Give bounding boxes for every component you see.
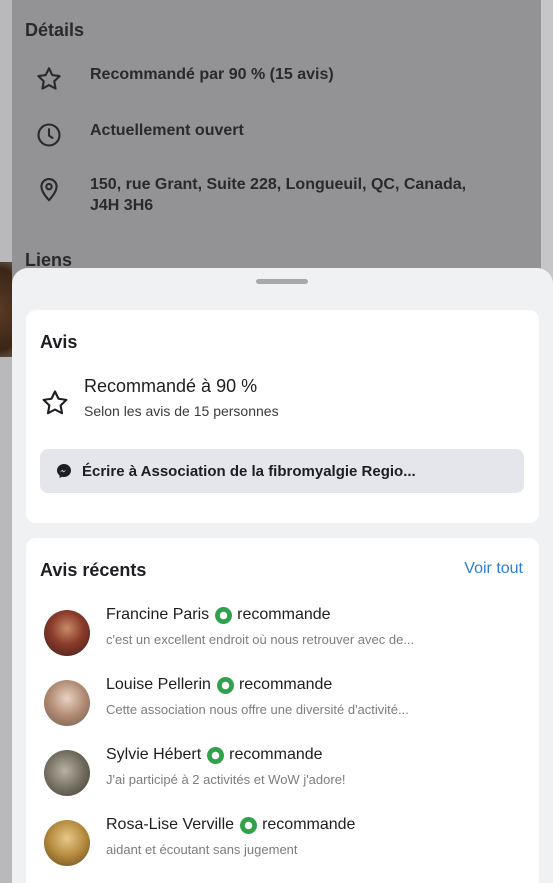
review-header: Francine Paris recommande (106, 606, 331, 624)
details-row-hours: Actuellement ouvert (34, 120, 480, 150)
review-item[interactable]: Louise Pellerin recommande Cette associa… (26, 676, 539, 736)
recommend-label: recommande (237, 606, 331, 623)
details-section-title: Détails (25, 20, 85, 40)
sheet-drag-handle[interactable] (256, 279, 308, 284)
recent-reviews-card: Avis récents Voir tout Francine Paris re… (26, 538, 539, 883)
reviews-card-title: Avis (40, 332, 78, 352)
reviews-bottom-sheet: Avis Recommandé à 90 % Selon les avis de… (12, 268, 553, 883)
reviewer-name[interactable]: Louise Pellerin (106, 676, 211, 694)
background-left-edge (0, 0, 12, 883)
star-outline-icon (40, 388, 70, 418)
star-outline-icon (34, 64, 64, 94)
avatar[interactable] (44, 680, 90, 726)
recommendation-subtitle: Selon les avis de 15 personnes (84, 403, 279, 419)
recommend-check-icon (240, 816, 258, 834)
review-header: Rosa-Lise Verville recommande (106, 816, 355, 834)
details-row-label: Actuellement ouvert (90, 122, 244, 139)
recommend-label: recommande (238, 676, 333, 693)
reviewer-name[interactable]: Sylvie Hébert (106, 746, 201, 764)
reviewer-name[interactable]: Francine Paris (106, 606, 209, 624)
details-row-address: 150, rue Grant, Suite 228, Longueuil, QC… (34, 174, 480, 216)
avatar[interactable] (44, 610, 90, 656)
review-item[interactable]: Francine Paris recommande c'est un excel… (26, 606, 539, 666)
avatar[interactable] (44, 750, 90, 796)
review-header: Sylvie Hébert recommande (106, 746, 323, 764)
recommend-label: recommande (229, 746, 323, 763)
recommendation-percentage: Recommandé à 90 % (84, 376, 258, 396)
details-row-label: Recommandé par 90 % (15 avis) (90, 66, 334, 83)
messenger-icon (56, 463, 72, 479)
avatar[interactable] (44, 820, 90, 866)
message-page-button[interactable]: Écrire à Association de la fibromyalgie … (40, 449, 524, 493)
review-snippet[interactable]: c'est un excellent endroit où nous retro… (106, 632, 524, 647)
review-item[interactable]: Rosa-Lise Verville recommande aidant et … (26, 816, 539, 876)
location-pin-icon (34, 174, 64, 204)
recommend-check-icon (216, 676, 234, 694)
recommend-label: recommande (262, 816, 356, 833)
clock-icon (34, 120, 64, 150)
message-button-label: Écrire à Association de la fibromyalgie … (82, 462, 416, 480)
see-all-link[interactable]: Voir tout (464, 560, 523, 578)
review-snippet[interactable]: J'ai participé à 2 activités et WoW j'ad… (106, 772, 524, 787)
review-item[interactable]: Sylvie Hébert recommande J'ai participé … (26, 746, 539, 806)
recent-reviews-title: Avis récents (40, 560, 147, 580)
details-row-label: 150, rue Grant, Suite 228, Longueuil, QC… (90, 176, 467, 214)
review-snippet[interactable]: aidant et écoutant sans jugement (106, 842, 524, 857)
reviews-summary-card: Avis Recommandé à 90 % Selon les avis de… (26, 310, 539, 523)
recommend-check-icon (215, 606, 233, 624)
details-row-recommendation: Recommandé par 90 % (15 avis) (34, 64, 480, 94)
review-header: Louise Pellerin recommande (106, 676, 332, 694)
recommend-check-icon (207, 746, 225, 764)
background-page (12, 0, 541, 300)
reviewer-name[interactable]: Rosa-Lise Verville (106, 816, 234, 834)
review-snippet[interactable]: Cette association nous offre une diversi… (106, 702, 524, 717)
